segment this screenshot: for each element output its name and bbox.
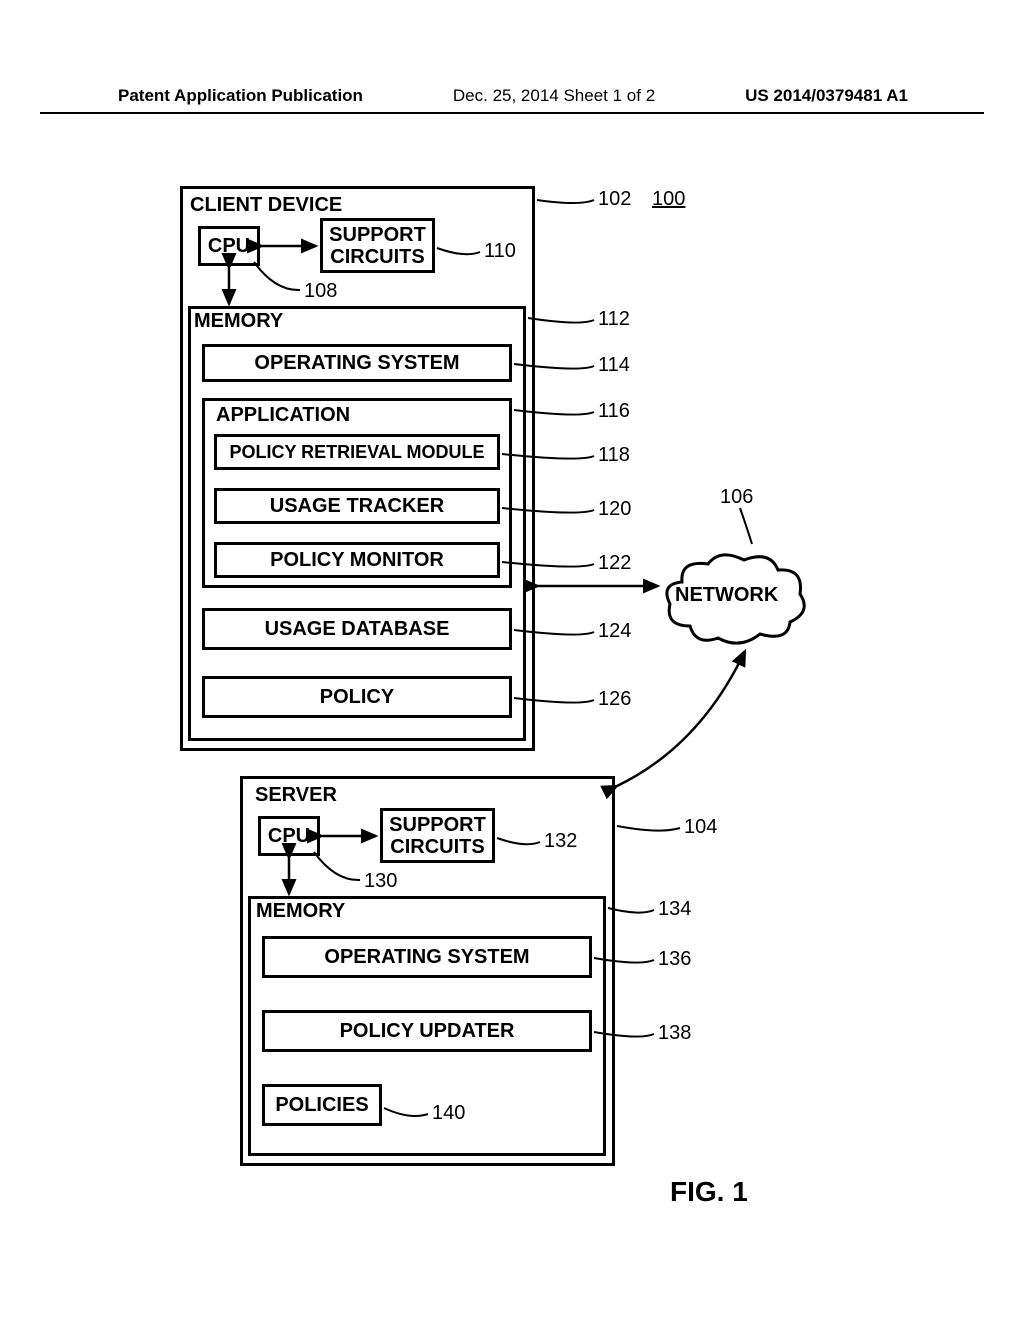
client-os-box: OPERATING SYSTEM [202, 344, 512, 382]
policy-retrieval-module-label: POLICY RETRIEVAL MODULE [217, 437, 497, 467]
server-cpu-box: CPU [258, 816, 320, 856]
client-support-line1: SUPPORT [323, 224, 432, 246]
ref-112: 112 [598, 308, 630, 331]
ref-140: 140 [432, 1102, 465, 1125]
client-cpu-box: CPU [198, 226, 260, 266]
client-memory-title: MEMORY [194, 310, 283, 333]
ref-104: 104 [684, 816, 717, 839]
ref-116: 116 [598, 400, 630, 423]
usage-database-label: USAGE DATABASE [205, 611, 509, 647]
policy-updater-label: POLICY UPDATER [265, 1013, 589, 1049]
policy-monitor-label: POLICY MONITOR [217, 545, 497, 575]
ref-122: 122 [598, 552, 631, 575]
policy-updater-box: POLICY UPDATER [262, 1010, 592, 1052]
ref-118: 118 [598, 444, 630, 467]
client-support-circuits-box: SUPPORT CIRCUITS [320, 218, 435, 273]
ref-120: 120 [598, 498, 631, 521]
ref-132: 132 [544, 830, 577, 853]
ref-130: 130 [364, 870, 397, 893]
ref-106: 106 [720, 486, 753, 509]
server-memory-title: MEMORY [256, 900, 345, 923]
ref-100: 100 [652, 188, 685, 211]
ref-110: 110 [484, 240, 516, 263]
header-center: Dec. 25, 2014 Sheet 1 of 2 [453, 86, 655, 106]
server-support-line1: SUPPORT [383, 814, 492, 836]
server-os-label: OPERATING SYSTEM [265, 939, 589, 975]
server-os-box: OPERATING SYSTEM [262, 936, 592, 978]
policy-retrieval-module-box: POLICY RETRIEVAL MODULE [214, 434, 500, 470]
server-support-circuits-box: SUPPORT CIRCUITS [380, 808, 495, 863]
policy-label: POLICY [205, 679, 509, 715]
network-label: NETWORK [675, 584, 778, 607]
client-support-line2: CIRCUITS [323, 246, 432, 268]
server-cpu-label: CPU [261, 819, 317, 853]
server-support-line2: CIRCUITS [383, 836, 492, 858]
header-rule [40, 112, 984, 114]
page-header: Patent Application Publication Dec. 25, … [118, 86, 908, 106]
policy-monitor-box: POLICY MONITOR [214, 542, 500, 578]
usage-tracker-box: USAGE TRACKER [214, 488, 500, 524]
ref-134: 134 [658, 898, 691, 921]
policies-label: POLICIES [265, 1087, 379, 1123]
client-cpu-label: CPU [201, 229, 257, 263]
usage-tracker-label: USAGE TRACKER [217, 491, 497, 521]
ref-126: 126 [598, 688, 631, 711]
ref-108: 108 [304, 280, 337, 303]
figure-caption: FIG. 1 [670, 1176, 748, 1208]
ref-136: 136 [658, 948, 691, 971]
header-left: Patent Application Publication [118, 86, 363, 106]
ref-124: 124 [598, 620, 631, 643]
page: Patent Application Publication Dec. 25, … [0, 0, 1024, 1320]
ref-138: 138 [658, 1022, 691, 1045]
server-title: SERVER [255, 784, 337, 807]
usage-database-box: USAGE DATABASE [202, 608, 512, 650]
ref-114: 114 [598, 354, 630, 377]
client-device-title: CLIENT DEVICE [190, 194, 342, 217]
client-application-title: APPLICATION [216, 404, 350, 427]
client-os-label: OPERATING SYSTEM [205, 347, 509, 379]
policies-box: POLICIES [262, 1084, 382, 1126]
ref-102: 102 [598, 188, 631, 211]
header-right: US 2014/0379481 A1 [745, 86, 908, 106]
policy-box: POLICY [202, 676, 512, 718]
figure-1-diagram: CLIENT DEVICE CPU SUPPORT CIRCUITS MEMOR… [180, 186, 880, 1186]
